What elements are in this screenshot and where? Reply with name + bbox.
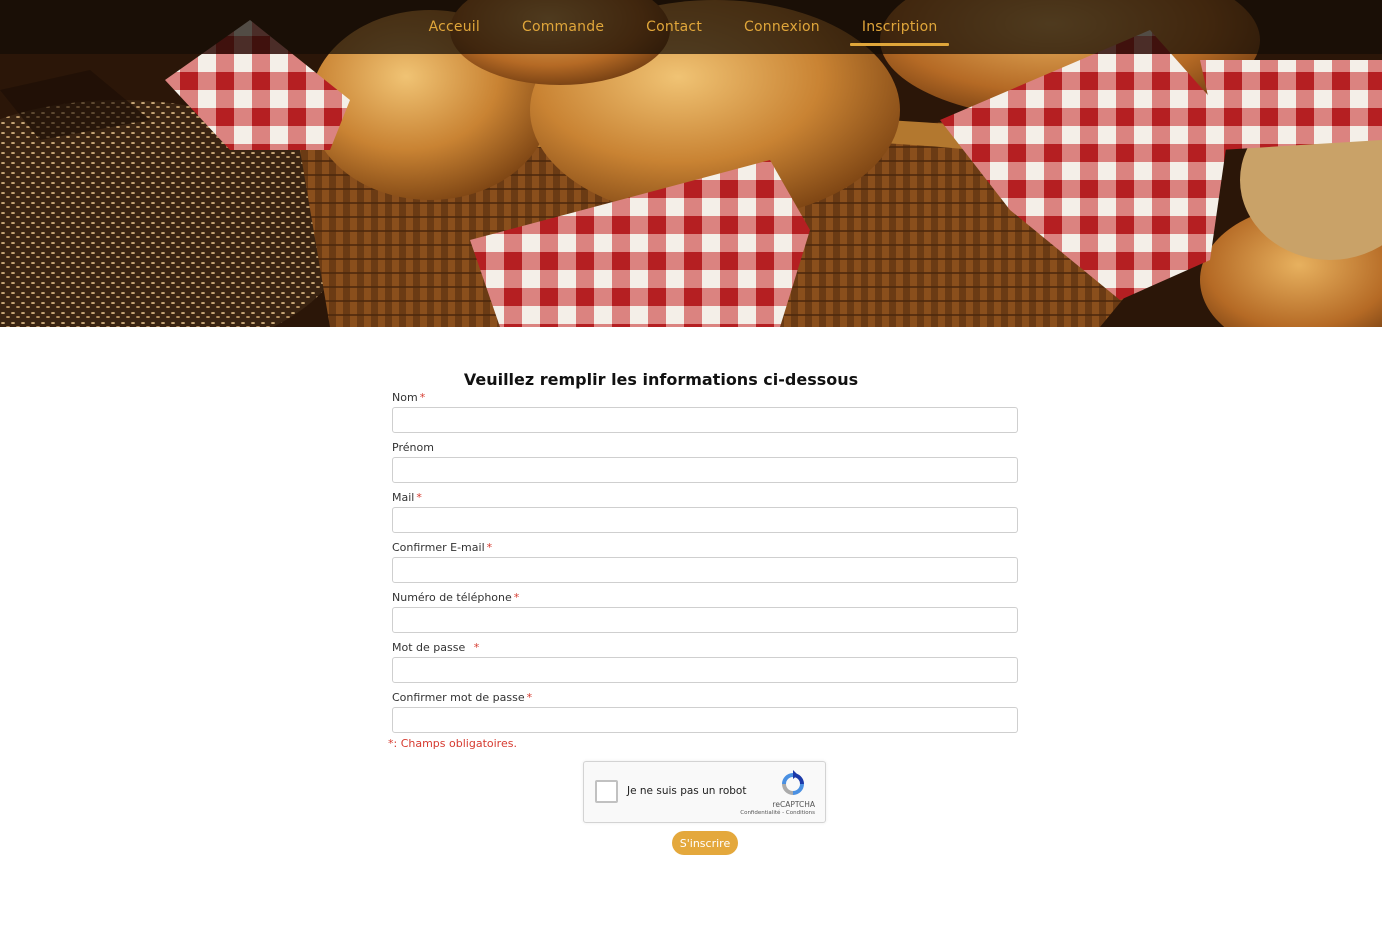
recaptcha-widget: Je ne suis pas un robot reCAPTCHA Confid… [583,761,826,823]
telephone-input[interactable] [392,607,1018,633]
recaptcha-brand: reCAPTCHA [772,800,815,809]
field-nom: Nom * [392,391,1018,433]
sinscrire-button[interactable]: S'inscrire [672,831,738,855]
field-label: Confirmer mot de passe * [392,691,533,704]
field-label: Numéro de téléphone * [392,591,520,604]
form-title: Veuillez remplir les informations ci-des… [463,370,859,389]
nav-link-contact[interactable]: Contact [625,16,723,38]
field-password: Mot de passe * [392,641,1018,683]
field-label: Mail * [392,491,422,504]
recaptcha-icon [782,770,804,795]
field-label: Confirmer E-mail * [392,541,493,554]
field-label: Prénom [392,441,434,454]
mail-input[interactable] [392,507,1018,533]
recaptcha-checkbox[interactable] [595,780,618,803]
field-label: Mot de passe * [392,641,480,654]
required-fields-note: *: Champs obligatoires. [388,737,517,750]
nav-link-commande[interactable]: Commande [501,16,625,38]
prenom-input[interactable] [392,457,1018,483]
nav-link-connexion[interactable]: Connexion [723,16,841,38]
hero-banner: Acceuil Commande Contact Connexion Inscr… [0,0,1382,327]
nav-menu: Acceuil Commande Contact Connexion Inscr… [408,16,959,46]
recaptcha-links[interactable]: Confidentialité - Conditions [740,810,815,816]
field-prenom: Prénom [392,441,1018,483]
field-mail: Mail * [392,491,1018,533]
main-navbar: Acceuil Commande Contact Connexion Inscr… [0,0,1382,54]
nav-link-acceuil[interactable]: Acceuil [408,16,501,38]
confirm-email-input[interactable] [392,557,1018,583]
password-input[interactable] [392,657,1018,683]
field-telephone: Numéro de téléphone * [392,591,1018,633]
confirm-password-input[interactable] [392,707,1018,733]
nav-link-inscription[interactable]: Inscription [841,16,959,46]
field-confirm-email: Confirmer E-mail * [392,541,1018,583]
field-confirm-password: Confirmer mot de passe * [392,691,1018,733]
nom-input[interactable] [392,407,1018,433]
field-label: Nom * [392,391,426,404]
recaptcha-label: Je ne suis pas un robot [627,785,747,797]
